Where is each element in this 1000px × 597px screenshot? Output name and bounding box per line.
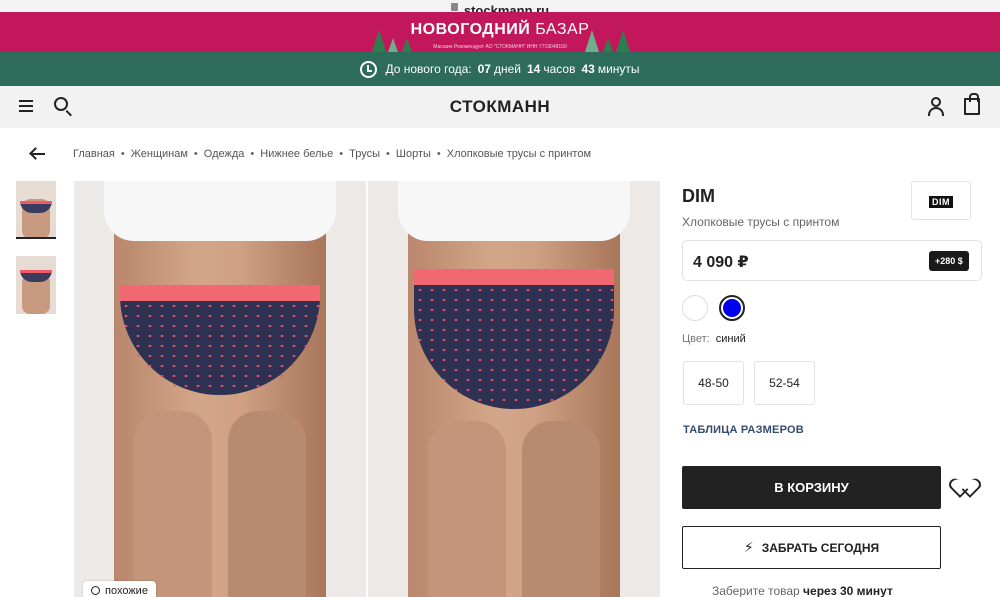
add-to-cart-button[interactable]: В КОРЗИНУ bbox=[682, 466, 941, 509]
breadcrumb-separator: • bbox=[193, 148, 198, 160]
promo-subtitle: Магазин Рекомендует АО "СТОКМАНН" ИНН 77… bbox=[433, 44, 567, 50]
countdown-days-label: дней bbox=[493, 62, 521, 76]
promo-banner[interactable]: НОВОГОДНИЙ БАЗАР Магазин Рекомендует АО … bbox=[0, 12, 1000, 52]
heart-icon[interactable] bbox=[956, 479, 976, 497]
product-photo-front[interactable] bbox=[74, 181, 366, 597]
promo-title-thin: БАЗАР bbox=[535, 21, 590, 38]
countdown-minutes-label: минуты bbox=[597, 62, 640, 76]
product-name: Хлопковые трусы с принтом bbox=[682, 215, 840, 229]
breadcrumb: Главная • Женщинам • Одежда • Нижнее белье • Тру… bbox=[73, 148, 591, 160]
product-brand[interactable]: DIM bbox=[682, 186, 715, 207]
pickup-note-time: через 30 минут bbox=[803, 584, 893, 597]
back-arrow-icon[interactable] bbox=[29, 146, 45, 162]
brand-logo-text: DIM bbox=[929, 196, 953, 208]
pickup-note: Заберите товар через 30 минут bbox=[712, 584, 893, 597]
countdown-hours-label: часов bbox=[543, 62, 576, 76]
breadcrumb-item[interactable]: Главная bbox=[73, 148, 115, 160]
size-option[interactable]: 52-54 bbox=[754, 361, 815, 405]
countdown-bar: До нового года: 07 дней 14 часов 43 мину… bbox=[0, 52, 1000, 86]
countdown-prefix: До нового года: bbox=[385, 62, 472, 76]
lightning-icon: ⚡ bbox=[743, 539, 754, 555]
product-photo-back[interactable] bbox=[368, 181, 660, 597]
breadcrumb-separator: • bbox=[436, 148, 441, 160]
breadcrumb-separator: • bbox=[250, 148, 255, 160]
color-info: Цвет: синий bbox=[682, 333, 746, 345]
site-logo[interactable]: СТОКМАНН bbox=[0, 97, 1000, 117]
site-header: СТОКМАНН bbox=[0, 86, 1000, 128]
color-swatch-white[interactable] bbox=[682, 295, 708, 321]
breadcrumb-separator: • bbox=[120, 148, 125, 160]
promo-title: НОВОГОДНИЙ БАЗАР bbox=[0, 21, 1000, 39]
bonus-badge: +280 $ bbox=[929, 251, 969, 271]
lock-icon bbox=[450, 3, 458, 11]
search-icon bbox=[91, 586, 100, 595]
breadcrumb-separator: • bbox=[386, 148, 390, 160]
breadcrumb-item[interactable]: Женщинам bbox=[131, 148, 188, 160]
bonus-amount: +280 bbox=[935, 256, 956, 266]
size-table-link[interactable]: ТАБЛИЦА РАЗМЕРОВ bbox=[683, 424, 804, 436]
user-icon[interactable] bbox=[928, 97, 944, 116]
cart-icon[interactable] bbox=[964, 93, 980, 115]
countdown-days: 07 bbox=[477, 62, 491, 76]
size-option[interactable]: 48-50 bbox=[683, 361, 744, 405]
pickup-note-prefix: Заберите товар bbox=[712, 584, 800, 597]
countdown-hours: 14 bbox=[526, 62, 541, 76]
gallery-thumbnail-back[interactable] bbox=[16, 256, 56, 314]
pickup-today-button[interactable]: ⚡ ЗАБРАТЬ СЕГОДНЯ bbox=[682, 526, 941, 569]
clock-icon bbox=[360, 60, 378, 78]
breadcrumb-separator: • bbox=[339, 148, 344, 160]
product-price: 4 090 ₽ bbox=[693, 254, 749, 271]
color-label: Цвет: bbox=[682, 333, 710, 345]
bonus-symbol: $ bbox=[957, 256, 963, 266]
countdown-minutes: 43 bbox=[581, 62, 595, 76]
color-swatch-blue[interactable] bbox=[719, 295, 745, 321]
browser-url-bar[interactable]: stockmann.ru bbox=[0, 0, 1000, 17]
breadcrumb-current: Хлопковые трусы с принтом bbox=[446, 148, 592, 160]
price-box: 4 090 ₽ +280 $ bbox=[682, 240, 982, 281]
brand-logo[interactable]: DIM bbox=[911, 181, 971, 220]
similar-button[interactable]: похожие bbox=[83, 581, 156, 597]
breadcrumb-item[interactable]: Одежда bbox=[204, 148, 245, 160]
similar-label: похожие bbox=[105, 585, 148, 597]
breadcrumb-item[interactable]: Нижнее белье bbox=[260, 148, 333, 160]
breadcrumb-item[interactable]: Трусы bbox=[349, 148, 380, 160]
breadcrumb-item[interactable]: Шорты bbox=[396, 148, 431, 160]
pickup-today-label: ЗАБРАТЬ СЕГОДНЯ bbox=[761, 541, 880, 555]
gallery-thumbnail-front[interactable] bbox=[16, 181, 56, 239]
color-value: синий bbox=[715, 333, 746, 345]
promo-title-bold: НОВОГОДНИЙ bbox=[410, 21, 531, 38]
